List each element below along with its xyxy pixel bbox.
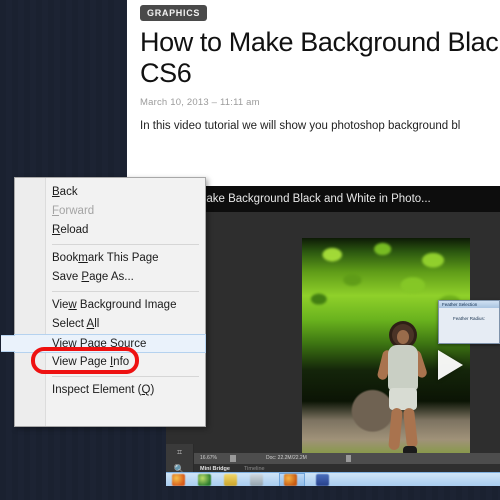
article-content: GRAPHICS How to Make Background Black a … bbox=[127, 0, 500, 186]
menu-item-vpi-pre: View Page bbox=[52, 356, 110, 368]
taskbar-icon-3[interactable] bbox=[224, 474, 237, 486]
video-title: to Make Background Black and White in Ph… bbox=[166, 186, 500, 212]
menu-item-back[interactable]: Back bbox=[15, 183, 205, 202]
menu-item-select-all[interactable]: Select All bbox=[15, 315, 205, 334]
feather-dialog-title: Feather Selection bbox=[439, 301, 499, 308]
menu-item-forward-accel: F bbox=[52, 205, 60, 217]
menu-item-inspect-element[interactable]: Inspect Element (Q) bbox=[15, 381, 205, 400]
menu-item-bookmark-accel: m bbox=[78, 252, 88, 264]
menu-item-ie-post: ) bbox=[150, 384, 155, 396]
menu-item-sa-post: ll bbox=[94, 318, 100, 330]
menu-item-view-background-image[interactable]: View Background Image bbox=[15, 296, 205, 315]
menu-item-vbi-accel: w bbox=[68, 299, 77, 311]
menu-item-back-label: ack bbox=[59, 186, 78, 198]
taskbar-icon-photoshop[interactable] bbox=[316, 474, 329, 486]
status-handle-right bbox=[346, 455, 351, 462]
status-handle-left bbox=[230, 455, 236, 462]
video-stage[interactable]: Feather Selection Feather Radius: ⌗ 🔍 ⇄ … bbox=[166, 212, 500, 486]
post-date: March 10, 2013 – 11:11 am bbox=[140, 97, 260, 108]
menu-highlight-overflow bbox=[1, 335, 15, 352]
crop-icon[interactable]: ⌗ bbox=[166, 444, 193, 461]
menu-item-bookmark-this-page[interactable]: Bookmark This Page bbox=[15, 249, 205, 268]
page-title: How to Make Background Black a CS6 bbox=[140, 27, 500, 88]
context-menu[interactable]: Back Forward Reload Bookmark This Page S… bbox=[1, 177, 206, 427]
taskbar-icon-2[interactable] bbox=[198, 474, 211, 486]
menu-item-forward: Forward bbox=[15, 202, 205, 221]
category-badge[interactable]: GRAPHICS bbox=[140, 5, 208, 21]
menu-item-save-page-as[interactable]: Save Page As... bbox=[15, 268, 205, 287]
menu-item-vbi-pre: Vie bbox=[52, 299, 69, 311]
status-document-size: Doc: 22.2M/22.2M bbox=[266, 455, 307, 461]
menu-item-save-pre: Save bbox=[52, 271, 82, 283]
menu-item-view-page-source[interactable]: View Page Source bbox=[1, 334, 206, 353]
menu-item-bookmark-post: ark This Page bbox=[87, 252, 159, 264]
taskbar-icon-1[interactable] bbox=[172, 474, 185, 486]
menu-separator-3 bbox=[52, 376, 199, 377]
menu-item-vps-label: iew Page Source bbox=[59, 338, 147, 350]
runner-leg-right bbox=[402, 407, 418, 449]
runner-figure bbox=[376, 324, 432, 474]
menu-item-vpi-post: nfo bbox=[113, 356, 130, 368]
menu-separator-1 bbox=[52, 244, 199, 245]
feather-selection-dialog[interactable]: Feather Selection Feather Radius: bbox=[438, 300, 500, 344]
menu-item-reload-label: eload bbox=[60, 224, 89, 236]
menu-item-forward-label: orward bbox=[59, 205, 95, 217]
status-zoom-level: 16.67% bbox=[200, 455, 217, 461]
menu-separator-2 bbox=[52, 291, 199, 292]
taskbar-icon-4[interactable] bbox=[250, 474, 263, 486]
menu-item-view-page-info[interactable]: View Page Info bbox=[15, 353, 205, 372]
play-button[interactable] bbox=[438, 350, 463, 380]
video-player[interactable]: to Make Background Black and White in Ph… bbox=[166, 186, 500, 486]
post-excerpt: In this video tutorial we will show you … bbox=[140, 120, 461, 132]
menu-item-back-accel: B bbox=[52, 186, 60, 198]
menu-item-sa-pre: Select bbox=[52, 318, 87, 330]
menu-item-save-accel: P bbox=[81, 271, 90, 283]
menu-item-reload[interactable]: Reload bbox=[15, 221, 205, 240]
feather-radius-label: Feather Radius: bbox=[452, 316, 486, 321]
menu-item-save-post: age As... bbox=[89, 271, 134, 283]
runner-shorts bbox=[388, 388, 417, 411]
windows-taskbar[interactable] bbox=[166, 472, 500, 486]
menu-item-vbi-post: Background Image bbox=[76, 299, 177, 311]
taskbar-icon-5[interactable] bbox=[284, 474, 297, 486]
runner-torso bbox=[387, 345, 418, 392]
runner-leg-left bbox=[388, 407, 403, 451]
menu-item-ie-pre: Inspect Element ( bbox=[52, 384, 142, 396]
menu-item-bookmark-pre: Book bbox=[52, 252, 79, 264]
photoshop-status-bar: 16.67% Doc: 22.2M/22.2M bbox=[194, 453, 500, 464]
